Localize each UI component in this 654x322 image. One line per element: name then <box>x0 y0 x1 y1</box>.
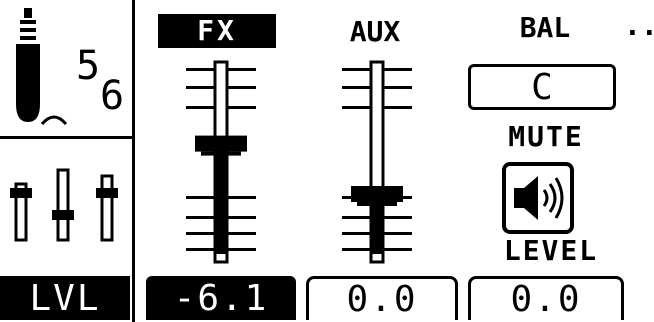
left-panel-divider <box>132 0 135 322</box>
balance-value[interactable]: C <box>468 64 616 110</box>
channel-number-top: 5 <box>76 43 101 89</box>
fx-value[interactable]: -6.1 <box>146 276 296 320</box>
more-menu-icon[interactable]: ... <box>624 12 654 40</box>
aux-header[interactable]: AUX <box>330 18 420 46</box>
level-label: LEVEL <box>503 234 599 267</box>
balance-header[interactable]: BAL <box>500 14 590 42</box>
fx-fader[interactable] <box>166 58 276 268</box>
mixer-faders-icon[interactable] <box>8 164 128 248</box>
mute-label: MUTE <box>508 120 584 153</box>
aux-fader[interactable] <box>322 58 432 268</box>
lvl-mode-button[interactable]: LVL <box>0 276 130 320</box>
level-value[interactable]: 0.0 <box>468 276 624 320</box>
fader-fill <box>372 194 382 254</box>
left-panel-hline <box>0 136 134 139</box>
mute-button[interactable] <box>502 162 574 234</box>
fx-header[interactable]: FX <box>158 14 276 48</box>
channel-number-bottom: 6 <box>100 73 125 119</box>
speaker-icon <box>514 176 564 220</box>
fader-fill <box>216 143 226 254</box>
aux-value[interactable]: 0.0 <box>306 276 458 320</box>
